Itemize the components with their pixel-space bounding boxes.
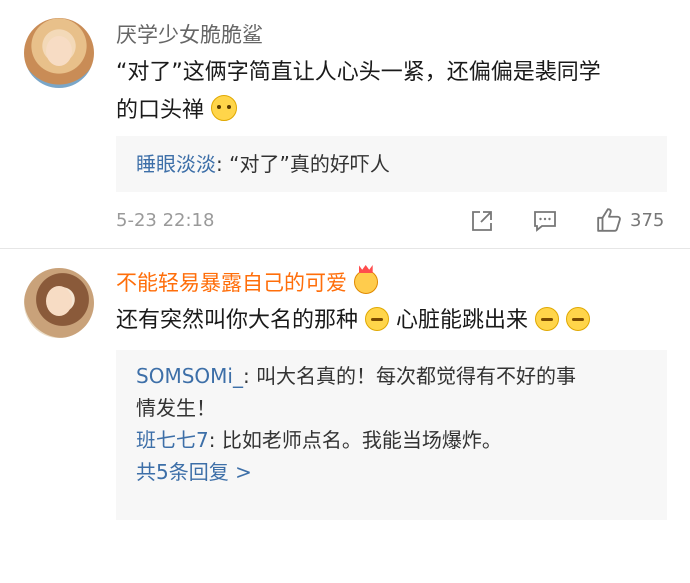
reply-separator: : xyxy=(242,364,257,388)
comment-icon[interactable] xyxy=(533,209,557,233)
reply-item: 睡眼淡淡: “对了”真的好吓人 xyxy=(136,148,647,180)
reply-username[interactable]: 班七七7 xyxy=(136,428,209,452)
sweat-face-icon xyxy=(535,307,560,331)
reply-text-continuation: 情发生！ xyxy=(136,396,216,420)
sweat-face-icon xyxy=(365,307,390,331)
comment-text-line2: 的口头禅 xyxy=(116,92,238,130)
more-replies-link[interactable]: 共5条回复 > xyxy=(136,456,647,488)
avatar[interactable] xyxy=(24,18,94,88)
comment-timestamp: 5-23 22:18 xyxy=(116,210,215,231)
reply-separator: : xyxy=(216,152,230,176)
like-count: 375 xyxy=(630,210,665,231)
comment-text-segment: 心脏能跳出来 xyxy=(396,308,529,333)
comment-divider xyxy=(0,248,690,249)
reply-username[interactable]: SOMSOMi_ xyxy=(136,364,243,388)
comment-text-line1: “对了”这俩字简直让人心头一紧，还偏偏是裴同学 xyxy=(116,60,601,85)
comment-username[interactable]: 厌学少女脆脆鲨 xyxy=(116,22,263,48)
comment-item: 不能轻易暴露自己的可爱 还有突然叫你大名的那种 心脏能跳出来 SOMSOMi_:… xyxy=(0,250,690,583)
reply-username[interactable]: 睡眼淡淡 xyxy=(136,152,216,176)
reply-box[interactable]: SOMSOMi_: 叫大名真的！每次都觉得有不好的事 情发生！ 班七七7: 比如… xyxy=(116,350,667,520)
share-icon[interactable] xyxy=(470,209,494,233)
comment-username[interactable]: 不能轻易暴露自己的可爱 xyxy=(116,270,378,296)
like-icon[interactable] xyxy=(596,207,622,233)
sweat-face-icon xyxy=(566,307,591,331)
comment-username-text: 不能轻易暴露自己的可爱 xyxy=(116,271,347,295)
reply-separator: : xyxy=(208,428,222,452)
reply-text: 比如老师点名。我能当场爆炸。 xyxy=(221,428,502,452)
crown-face-icon xyxy=(353,270,378,294)
reply-text: 叫大名真的！每次都觉得有不好的事 xyxy=(256,364,577,388)
thinking-face-icon xyxy=(211,95,238,121)
reply-item: SOMSOMi_: 叫大名真的！每次都觉得有不好的事 xyxy=(136,360,647,392)
avatar[interactable] xyxy=(24,268,94,338)
reply-item: 班七七7: 比如老师点名。我能当场爆炸。 xyxy=(136,424,647,456)
comment-text-segment: 的口头禅 xyxy=(116,98,205,123)
comment-text: 还有突然叫你大名的那种 心脏能跳出来 xyxy=(116,302,591,340)
comment-text-segment: 还有突然叫你大名的那种 xyxy=(116,308,359,333)
comment-item: 厌学少女脆脆鲨 “对了”这俩字简直让人心头一紧，还偏偏是裴同学 的口头禅 睡眼淡… xyxy=(0,0,690,245)
reply-box[interactable]: 睡眼淡淡: “对了”真的好吓人 xyxy=(116,136,667,192)
reply-text: “对了”真的好吓人 xyxy=(229,152,390,176)
